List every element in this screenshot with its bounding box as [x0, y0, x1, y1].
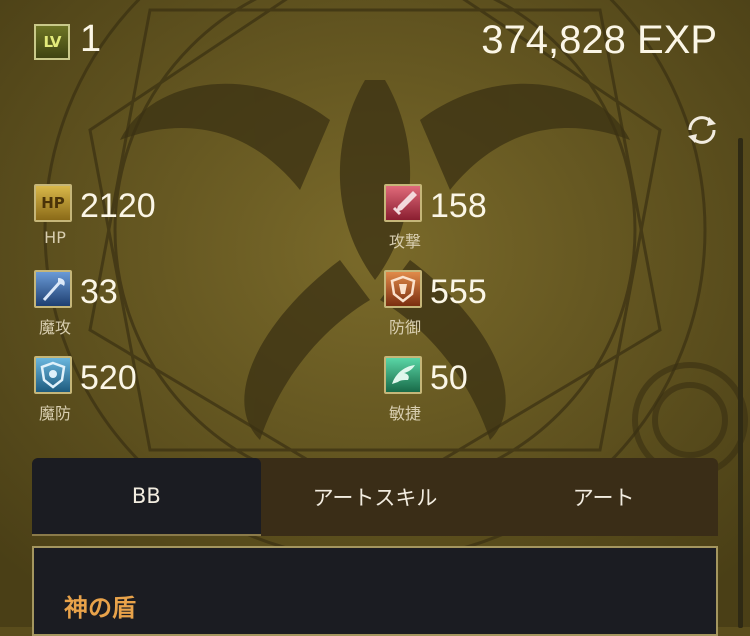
scrollbar[interactable]	[738, 138, 743, 628]
level-badge-icon: LV	[34, 24, 70, 60]
stat-value: 555	[430, 273, 487, 311]
wand-icon	[34, 270, 72, 308]
stat-attack: 158 攻撃	[384, 184, 684, 264]
stat-label: 防御	[388, 318, 421, 337]
stat-value: 520	[80, 359, 137, 397]
exp-value: 374,828 EXP	[481, 18, 717, 62]
stat-label: 敏捷	[388, 404, 421, 423]
tab-bb[interactable]: BB	[32, 458, 261, 536]
stat-agility: 50 敏捷	[384, 356, 684, 436]
stat-label: 魔攻	[38, 318, 71, 337]
hp-icon: HP	[34, 184, 72, 222]
stat-value: 2120	[80, 187, 156, 225]
wing-icon	[384, 356, 422, 394]
stat-value: 158	[430, 187, 487, 225]
stat-value: 33	[80, 273, 118, 311]
stat-label: 魔防	[38, 404, 71, 423]
stat-defense: 555 防御	[384, 270, 684, 350]
skill-name: 神の盾	[64, 594, 136, 622]
stat-value: 50	[430, 359, 468, 397]
refresh-icon[interactable]	[682, 110, 722, 150]
sword-icon	[384, 184, 422, 222]
skill-panel: 神の盾	[32, 546, 718, 636]
tab-art-skill[interactable]: アートスキル	[261, 458, 490, 536]
shield-icon	[384, 270, 422, 308]
stat-hp: HP 2120 HP	[34, 184, 334, 264]
level-value: 1	[80, 18, 102, 60]
stat-magic-attack: 33 魔攻	[34, 270, 334, 350]
skill-tabs: BB アートスキル アート	[32, 458, 718, 536]
magic-shield-icon	[34, 356, 72, 394]
tab-art[interactable]: アート	[489, 458, 718, 536]
stat-label: 攻撃	[388, 232, 421, 251]
stat-magic-defense: 520 魔防	[34, 356, 334, 436]
stat-label: HP	[44, 228, 66, 247]
